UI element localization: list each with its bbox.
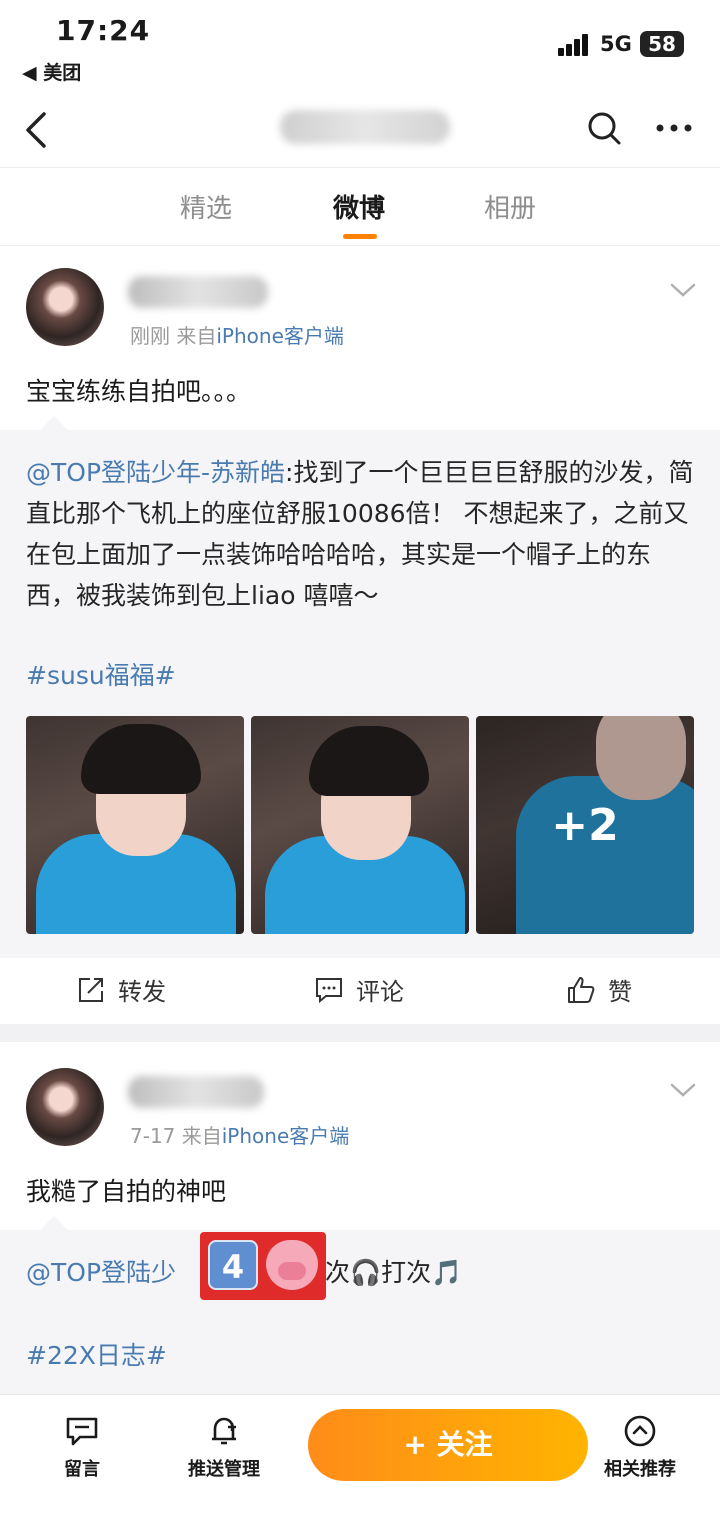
emoji-sticker-overlay: 4	[200, 1232, 326, 1300]
post-image-3[interactable]: +2	[476, 716, 694, 934]
comment-label: 评论	[356, 978, 404, 1006]
post-source[interactable]: iPhone客户端	[222, 1124, 350, 1148]
message-label: 留言	[64, 1459, 100, 1480]
post-text: 我糙了自拍的神吧	[26, 1177, 227, 1206]
follow-button[interactable]: + 关注	[308, 1409, 588, 1481]
like-button[interactable]: 赞	[566, 972, 632, 1007]
page-title-blurred	[280, 110, 450, 144]
thumbs-up-icon	[568, 976, 595, 1003]
bottom-action-bar: 留言 推送管理 + 关注 相关推荐	[0, 1394, 720, 1521]
post-time: 刚刚	[130, 324, 170, 348]
repost-button[interactable]: 转发	[76, 972, 166, 1007]
status-bar: 17:24 ◀ 美团 5G 58	[0, 0, 720, 92]
repost-text: @TOP登陆少 动次🎧打次🎵	[26, 1252, 696, 1293]
avatar[interactable]	[26, 268, 104, 346]
username-blurred[interactable]	[128, 1076, 264, 1108]
post-image-1[interactable]	[26, 716, 244, 934]
search-icon[interactable]	[584, 106, 624, 150]
source-prefix: 来自	[176, 324, 217, 348]
battery-icon: 58	[640, 31, 684, 57]
post-separator	[0, 1024, 720, 1042]
post-image-2[interactable]	[251, 716, 469, 934]
pig-icon	[266, 1240, 318, 1290]
repost-label: 转发	[118, 978, 166, 1006]
active-tab-indicator	[343, 234, 377, 239]
like-label: 赞	[608, 978, 632, 1006]
signal-icon	[558, 34, 592, 56]
message-button[interactable]: 留言	[64, 1413, 100, 1481]
repost-text: @TOP登陆少年-苏新皓:找到了一个巨巨巨巨舒服的沙发，简直比那个飞机上的座位舒…	[26, 452, 696, 616]
post-source[interactable]: iPhone客户端	[216, 324, 344, 348]
related-recommend-button[interactable]: 相关推荐	[604, 1413, 676, 1481]
post-text: 宝宝练练自拍吧。。。	[26, 377, 252, 406]
comment-button[interactable]: 评论	[314, 972, 404, 1007]
mention-link[interactable]: @TOP登陆少年-苏新皓	[26, 458, 285, 487]
repost-card[interactable]: @TOP登陆少 动次🎧打次🎵 #22X日志#	[0, 1216, 720, 1394]
status-time: 17:24	[56, 14, 151, 47]
tab-album[interactable]: 相册	[484, 188, 536, 225]
related-label: 相关推荐	[604, 1459, 676, 1480]
repost-caret	[40, 416, 68, 430]
share-icon	[79, 977, 103, 1002]
comment-icon	[316, 977, 342, 1003]
mention-link[interactable]: @TOP登陆少	[26, 1258, 176, 1287]
source-prefix: 来自	[181, 1124, 222, 1148]
post-actions: 转发 评论 赞	[0, 958, 720, 1024]
chevron-down-icon[interactable]	[668, 1080, 698, 1100]
more-images-count: +2	[476, 716, 694, 934]
avatar[interactable]	[26, 1068, 104, 1146]
post-time: 7-17	[130, 1124, 176, 1148]
repost-caret	[40, 1216, 68, 1230]
chevron-down-icon[interactable]	[668, 280, 698, 300]
chevron-up-circle-icon	[624, 1415, 656, 1447]
hashtag-link[interactable]: #susu福福#	[26, 656, 176, 692]
username-blurred[interactable]	[128, 276, 268, 308]
back-to-app-link[interactable]: ◀ 美团	[22, 58, 81, 85]
message-icon	[66, 1417, 98, 1446]
keycap-number: 4	[208, 1240, 258, 1290]
post-meta: 刚刚 来自iPhone客户端	[130, 320, 344, 349]
hashtag-link[interactable]: #22X日志#	[26, 1336, 167, 1372]
tab-weibo[interactable]: 微博	[333, 188, 385, 225]
push-settings-button[interactable]: 推送管理	[188, 1413, 260, 1481]
profile-tabs: 精选 微博 相册	[0, 168, 720, 246]
tab-featured[interactable]: 精选	[180, 188, 232, 225]
back-arrow-icon[interactable]	[18, 108, 58, 152]
bell-icon	[212, 1417, 236, 1445]
more-icon[interactable]	[654, 106, 694, 150]
network-type: 5G	[600, 32, 632, 56]
post-meta: 7-17 来自iPhone客户端	[130, 1120, 349, 1149]
top-nav	[0, 92, 720, 168]
push-label: 推送管理	[188, 1459, 260, 1480]
